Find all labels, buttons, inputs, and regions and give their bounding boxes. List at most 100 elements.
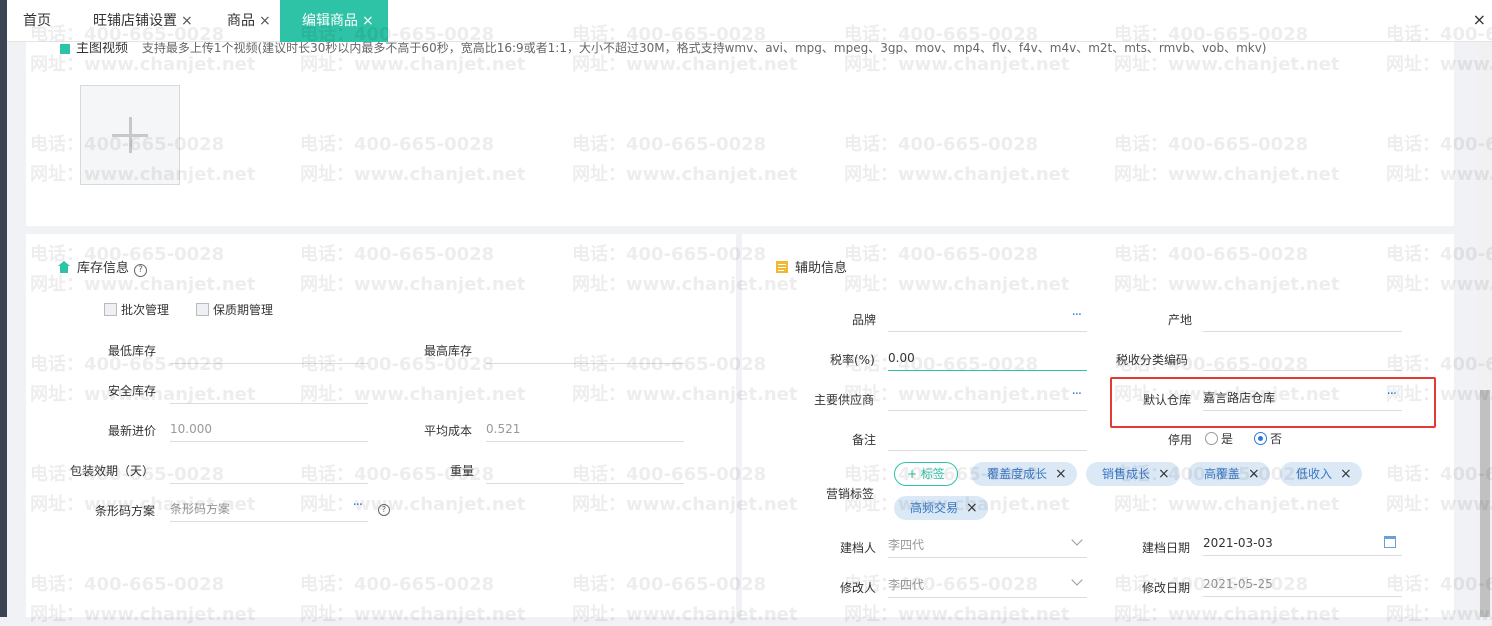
- creator-label: 建档人: [840, 541, 877, 555]
- tab-label: 商品: [227, 13, 255, 29]
- avg-cost-value: 0.521: [486, 422, 521, 436]
- creator-value: 李四代: [888, 538, 925, 552]
- video-section: 主图视频 支持最多上传1个视频(建议时长30秒以内最多不高于60秒，宽高比16:…: [26, 42, 1454, 226]
- close-icon[interactable]: ×: [1340, 466, 1352, 482]
- tax-input[interactable]: 0.00: [888, 347, 1087, 371]
- close-icon[interactable]: ×: [362, 13, 374, 29]
- warehouse-highlight-box: [1110, 377, 1436, 428]
- tab-bar: 首页 旺铺店铺设置 × 商品 × 编辑商品 × ×: [7, 0, 1492, 42]
- tax-label: 税率(%): [830, 353, 875, 367]
- more-icon[interactable]: ···: [353, 495, 363, 517]
- radio-circle[interactable]: [1254, 432, 1267, 445]
- checkbox-box[interactable]: [104, 303, 117, 316]
- tag-label: 高频交易: [910, 501, 959, 515]
- min-stock-input[interactable]: [170, 340, 368, 364]
- close-icon[interactable]: ×: [259, 13, 271, 29]
- chevron-down-icon: [1071, 574, 1083, 586]
- origin-label: 产地: [1168, 313, 1193, 327]
- batch-checkbox[interactable]: 批次管理: [104, 301, 169, 318]
- tag-chip: 高覆盖 ×: [1188, 462, 1270, 486]
- origin-input[interactable]: [1203, 308, 1402, 332]
- help-icon[interactable]: ?: [134, 264, 148, 277]
- plus-icon-vertical: [129, 117, 132, 153]
- document-icon: [776, 261, 788, 273]
- modify-date-label: 修改日期: [1142, 581, 1191, 595]
- max-stock-input[interactable]: [486, 340, 684, 364]
- video-icon: [60, 43, 70, 54]
- tag-chip: 高频交易 ×: [894, 496, 988, 520]
- min-stock-label: 最低库存: [108, 344, 157, 358]
- tax-code-label: 税收分类编码: [1116, 353, 1189, 367]
- pack-life-input[interactable]: [170, 460, 368, 484]
- aux-title: 辅助信息: [776, 257, 847, 276]
- avg-cost-input: 0.521: [486, 418, 684, 442]
- modifier-value: 李四代: [888, 578, 925, 592]
- calendar-icon[interactable]: [1384, 536, 1396, 548]
- tab-home[interactable]: 首页: [23, 0, 51, 42]
- batch-label: 批次管理: [121, 303, 170, 317]
- modifier-select: 李四代: [888, 574, 1087, 598]
- close-icon[interactable]: ×: [1248, 466, 1260, 482]
- barcode-label: 条形码方案: [95, 504, 156, 518]
- create-date-input[interactable]: 2021-03-03: [1203, 532, 1402, 556]
- modify-date-input: 2021-05-25: [1203, 573, 1402, 597]
- modifier-label: 修改人: [840, 581, 877, 595]
- supplier-label: 主要供应商: [814, 393, 875, 407]
- disable-yes-radio[interactable]: 是: [1205, 430, 1233, 447]
- scrollbar-thumb[interactable]: [1480, 390, 1490, 617]
- remark-input[interactable]: [888, 427, 1087, 451]
- inventory-title-text: 库存信息: [77, 261, 130, 276]
- video-upload-button[interactable]: [80, 85, 180, 185]
- tab-label: 编辑商品: [302, 13, 358, 29]
- tab-products[interactable]: 商品 ×: [227, 0, 271, 42]
- close-icon[interactable]: ×: [1055, 466, 1067, 482]
- tag-label: 低收入: [1296, 467, 1333, 481]
- create-date-label: 建档日期: [1142, 541, 1191, 555]
- shelf-label: 保质期管理: [213, 303, 274, 317]
- more-icon[interactable]: ···: [1072, 384, 1082, 406]
- help-icon[interactable]: ?: [378, 504, 390, 516]
- tag-label: 覆盖度成长: [987, 467, 1048, 481]
- latest-price-label: 最新进价: [108, 424, 157, 438]
- video-hint: 支持最多上传1个视频(建议时长30秒以内最多不高于60秒，宽高比16:9或者1:…: [141, 42, 1267, 54]
- tag-label: 高覆盖: [1204, 467, 1241, 481]
- tab-label: 旺铺店铺设置: [93, 13, 177, 29]
- weight-label: 重量: [450, 464, 475, 478]
- latest-price-value: 10.000: [170, 422, 212, 436]
- video-title: 主图视频: [76, 42, 129, 54]
- safe-stock-input[interactable]: [170, 380, 368, 404]
- tab-label: 首页: [23, 13, 51, 29]
- brand-label: 品牌: [852, 313, 877, 327]
- tax-code-input[interactable]: [1203, 347, 1402, 371]
- tab-shop-settings[interactable]: 旺铺店铺设置 ×: [93, 0, 193, 42]
- tag-label: 销售成长: [1102, 467, 1151, 481]
- safe-stock-label: 安全库存: [108, 384, 157, 398]
- remark-label: 备注: [852, 433, 877, 447]
- barcode-placeholder: 条形码方案: [170, 502, 231, 516]
- disable-no-radio[interactable]: 否: [1254, 430, 1282, 447]
- close-icon[interactable]: ×: [966, 500, 978, 516]
- brand-input[interactable]: ···: [888, 308, 1087, 332]
- disable-no-label: 否: [1270, 432, 1283, 446]
- home-icon: [58, 261, 70, 273]
- max-stock-label: 最高库存: [424, 344, 473, 358]
- close-icon[interactable]: ×: [181, 13, 193, 29]
- chevron-down-icon: [1071, 534, 1083, 546]
- tag-chip: 覆盖度成长 ×: [971, 462, 1077, 486]
- more-icon[interactable]: ···: [1072, 305, 1082, 327]
- tab-edit-product[interactable]: 编辑商品 ×: [280, 0, 388, 42]
- checkbox-box[interactable]: [196, 303, 209, 316]
- weight-input[interactable]: [486, 460, 684, 484]
- shelf-life-checkbox[interactable]: 保质期管理: [196, 301, 273, 318]
- supplier-input[interactable]: ···: [888, 387, 1087, 411]
- creator-select: 李四代: [888, 534, 1087, 558]
- left-edge: [0, 0, 7, 617]
- radio-circle[interactable]: [1205, 432, 1218, 445]
- window-close-icon[interactable]: ×: [1473, 10, 1486, 29]
- close-icon[interactable]: ×: [1158, 466, 1170, 482]
- tag-chip: 低收入 ×: [1280, 462, 1362, 486]
- add-tag-button[interactable]: + 标签: [894, 462, 958, 486]
- aux-title-text: 辅助信息: [795, 261, 848, 276]
- barcode-input[interactable]: 条形码方案 ···: [170, 498, 368, 522]
- disable-yes-label: 是: [1221, 432, 1234, 446]
